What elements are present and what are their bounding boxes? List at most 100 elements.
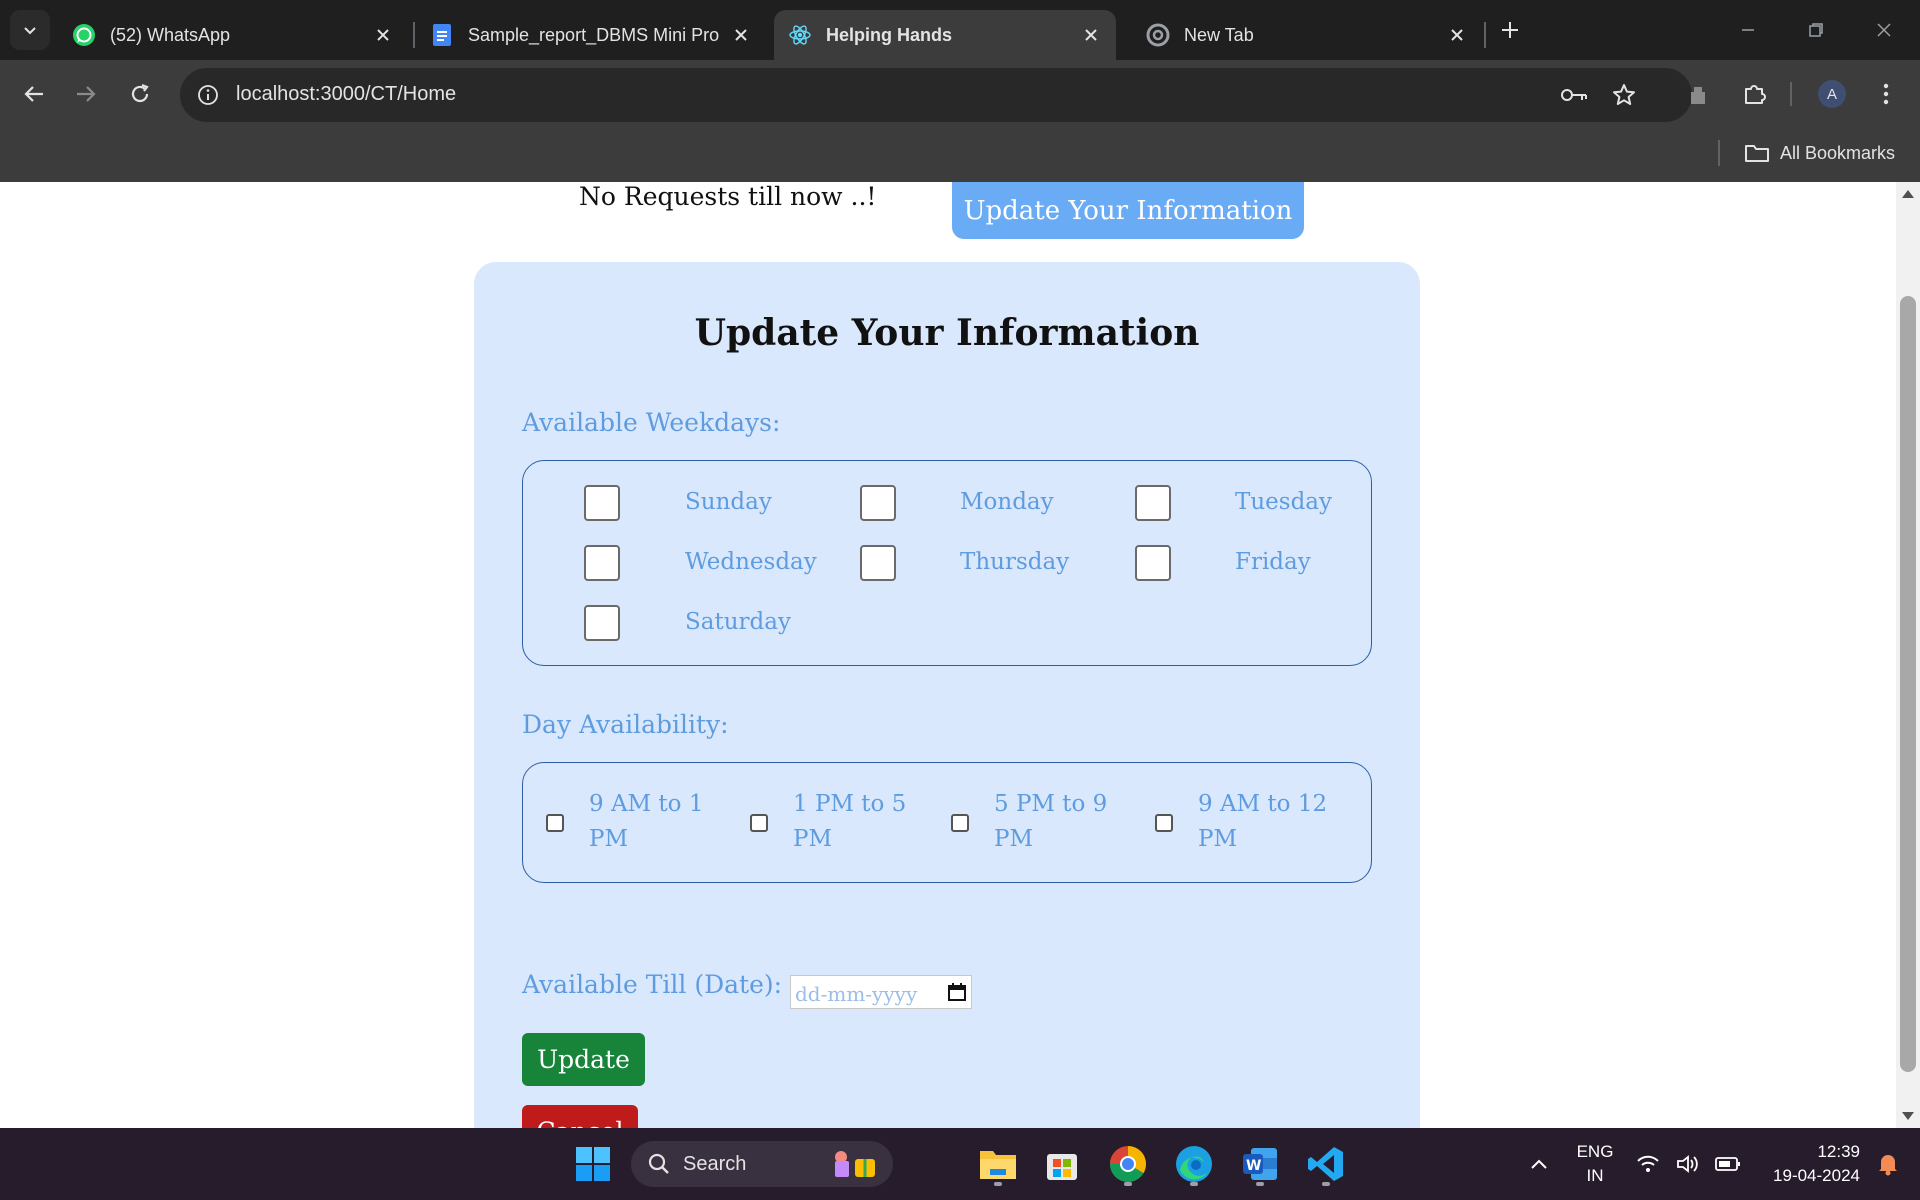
word-app[interactable]: W <box>1236 1140 1284 1188</box>
url-text: localhost:3000/CT/Home <box>236 83 457 105</box>
close-icon[interactable] <box>372 24 394 46</box>
search-icon <box>647 1152 671 1176</box>
tab-strip: (52) WhatsApp Sample_report_DBMS Mini Pr… <box>0 0 1920 60</box>
docs-icon <box>430 23 454 47</box>
tab-divider <box>1484 22 1486 48</box>
tab-helping-hands[interactable]: Helping Hands <box>774 10 1116 60</box>
running-indicator <box>1190 1182 1198 1186</box>
forward-button[interactable] <box>66 74 106 114</box>
running-indicator <box>1322 1182 1330 1186</box>
bookmark-star-icon[interactable] <box>1610 81 1638 109</box>
folder-icon <box>1744 143 1770 163</box>
region-code: IN <box>1586 1166 1604 1185</box>
tab-title: Sample_report_DBMS Mini Pro <box>468 24 720 45</box>
extension-icon[interactable] <box>1682 78 1714 110</box>
start-button[interactable] <box>569 1140 617 1188</box>
site-info-icon[interactable] <box>190 77 226 113</box>
no-requests-message: No Requests till now ..! <box>579 182 877 211</box>
minimize-button[interactable] <box>1720 10 1776 50</box>
scrollbar-thumb[interactable] <box>1900 296 1916 1072</box>
search-label: Search <box>683 1152 747 1175</box>
whatsapp-icon <box>72 23 96 47</box>
running-indicator <box>1256 1182 1264 1186</box>
close-window-button[interactable] <box>1856 10 1912 50</box>
scroll-up-arrow[interactable] <box>1902 190 1914 198</box>
available-till-date-input[interactable]: dd-mm-yyyy <box>790 975 972 1009</box>
address-bar[interactable]: localhost:3000/CT/Home <box>180 68 1692 122</box>
bell-icon <box>1879 1155 1897 1176</box>
update-info-toggle-button[interactable]: Update Your Information <box>952 182 1304 239</box>
cancel-button[interactable]: Cancel <box>522 1105 638 1128</box>
new-tab-button[interactable] <box>1494 14 1526 46</box>
restore-button[interactable] <box>1788 10 1844 50</box>
profile-avatar[interactable]: A <box>1818 80 1846 108</box>
vscode-app[interactable] <box>1302 1140 1350 1188</box>
close-icon[interactable] <box>1080 24 1102 46</box>
close-icon[interactable] <box>1446 24 1468 46</box>
checkbox-sunday[interactable] <box>584 485 620 521</box>
slot-label: 9 AM to 1 PM <box>589 791 704 852</box>
tab-divider <box>413 22 415 48</box>
tab-search-button[interactable] <box>10 10 50 50</box>
update-button[interactable]: Update <box>522 1033 645 1086</box>
back-button[interactable] <box>14 74 54 114</box>
tab-title: (52) WhatsApp <box>110 24 231 45</box>
bookmarks-divider <box>1718 140 1720 166</box>
all-bookmarks-label: All Bookmarks <box>1780 142 1896 163</box>
store-icon <box>1047 1154 1077 1180</box>
windows-logo-icon <box>576 1147 610 1181</box>
reload-icon <box>131 83 149 103</box>
reload-button[interactable] <box>120 74 160 114</box>
form-title: Update Your Information <box>694 312 1200 354</box>
more-menu-icon[interactable] <box>1870 78 1902 110</box>
volume-status[interactable] <box>1668 1140 1708 1188</box>
arrow-right-icon <box>77 86 96 102</box>
chevron-down-icon <box>24 27 36 35</box>
day-availability-label: Day Availability: <box>522 710 729 739</box>
page-scrollbar[interactable] <box>1896 182 1920 1128</box>
checkbox-monday[interactable] <box>860 485 896 521</box>
password-key-icon[interactable] <box>1560 81 1588 109</box>
tab-whatsapp[interactable]: (52) WhatsApp <box>58 10 408 60</box>
wifi-status[interactable] <box>1628 1140 1668 1188</box>
tab-new-tab[interactable]: New Tab <box>1132 10 1482 60</box>
calendar-icon[interactable] <box>947 982 967 1007</box>
checkbox-slot-9am-12pm[interactable] <box>1155 814 1173 832</box>
clock-date: 19-04-2024 <box>1773 1166 1860 1185</box>
show-hidden-icons-button[interactable] <box>1515 1140 1563 1188</box>
microsoft-store-app[interactable] <box>1038 1140 1086 1188</box>
checkbox-slot-1pm-5pm[interactable] <box>750 814 768 832</box>
close-icon[interactable] <box>730 24 752 46</box>
tab-docs[interactable]: Sample_report_DBMS Mini Pro <box>416 10 766 60</box>
weekdays-group: Sunday Monday Tuesday Wednesday Thursday… <box>522 460 1372 666</box>
vscode-icon <box>1308 1147 1343 1181</box>
scroll-down-arrow[interactable] <box>1902 1112 1914 1120</box>
checkbox-saturday[interactable] <box>584 605 620 641</box>
checkbox-wednesday[interactable] <box>584 545 620 581</box>
update-info-form: Update Your Information Available Weekda… <box>474 262 1420 1128</box>
browser-toolbar: localhost:3000/CT/Home A <box>0 60 1920 128</box>
checkbox-slot-9am-1pm[interactable] <box>546 814 564 832</box>
checkbox-thursday[interactable] <box>860 545 896 581</box>
chrome-app[interactable] <box>1104 1140 1152 1188</box>
checkbox-slot-5pm-9pm[interactable] <box>951 814 969 832</box>
file-explorer-app[interactable] <box>974 1140 1022 1188</box>
taskbar-search[interactable]: Search <box>631 1141 893 1187</box>
extensions-puzzle-icon[interactable] <box>1738 78 1770 110</box>
folder-icon <box>980 1151 1016 1179</box>
toolbar-divider <box>1790 82 1792 106</box>
checkbox-tuesday[interactable] <box>1135 485 1171 521</box>
battery-status[interactable] <box>1708 1140 1748 1188</box>
language-indicator[interactable]: ENG IN <box>1570 1140 1620 1188</box>
plus-icon <box>1502 22 1518 38</box>
weekday-label: Sunday <box>685 489 772 515</box>
edge-app[interactable] <box>1170 1140 1218 1188</box>
weekday-label: Monday <box>960 489 1054 515</box>
bookmarks-bar: All Bookmarks <box>0 128 1920 182</box>
close-icon <box>1877 23 1891 37</box>
checkbox-friday[interactable] <box>1135 545 1171 581</box>
running-indicator <box>994 1182 1002 1186</box>
all-bookmarks-button[interactable]: All Bookmarks <box>1744 140 1895 166</box>
clock[interactable]: 12:39 19-04-2024 <box>1752 1140 1860 1188</box>
notifications-button[interactable] <box>1868 1140 1908 1188</box>
